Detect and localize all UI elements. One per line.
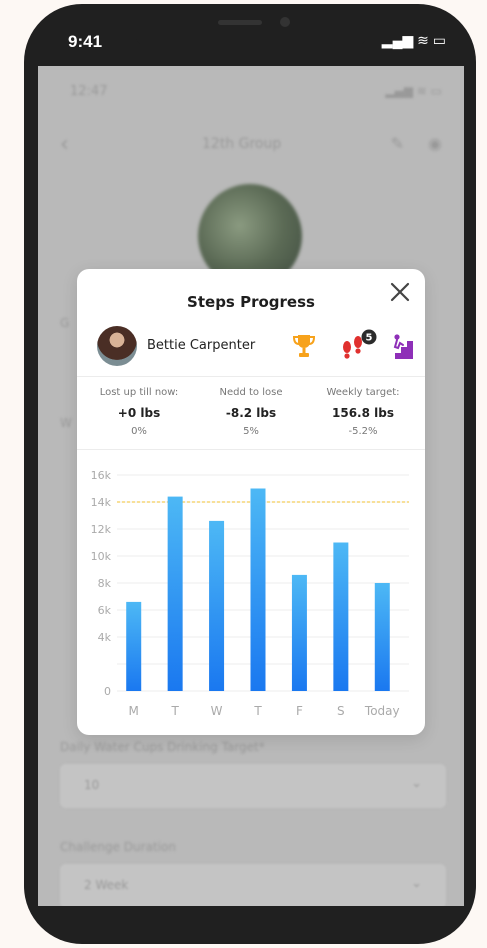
daily-target-value: 10 (84, 778, 100, 792)
divider (77, 449, 425, 450)
bar[interactable] (209, 520, 225, 691)
bar[interactable] (333, 542, 349, 692)
stat-label: Lost up till now: (99, 387, 179, 398)
bg-signal-icons: ▂▄▆ ≋ ▭ (385, 84, 442, 98)
status-bar: 9:41 ▂▄▆ ≋ ▭ (24, 4, 476, 66)
stat-label: Weekly target: (326, 387, 400, 398)
stat-value: -8.2 lbs (225, 406, 277, 420)
stat-value: 156.8 lbs (332, 406, 394, 420)
status-icons: ▂▄▆ ≋ ▭ (381, 32, 446, 48)
speaker (218, 20, 262, 25)
steps-bar-chart: 0 4k 6k 8k 10k 12k 14k 16k M T W T F S Today (91, 469, 409, 718)
notch (132, 4, 370, 50)
stat-value: +0 lbs (117, 406, 161, 420)
camera (280, 17, 290, 27)
x-tick-label: S (337, 704, 345, 718)
y-tick-label: 12k (91, 523, 112, 536)
bg-status-time: 12:47 (70, 84, 108, 99)
daily-target-select[interactable]: 10 ⌄ (60, 764, 446, 808)
stat-lost: Lost up till now: +0 lbs 0% (81, 387, 197, 437)
stat-percent: 0% (131, 426, 147, 437)
stat-label: Nedd to lose (219, 387, 283, 398)
avatar (97, 326, 137, 366)
x-tick-label: T (253, 704, 262, 718)
bg-duration-label: Challenge Duration (60, 840, 176, 854)
bg-page-title: 12th Group (202, 136, 282, 152)
stat-percent: 5% (243, 426, 259, 437)
modal-title: Steps Progress (187, 293, 315, 311)
x-tick-label: W (211, 704, 223, 718)
bg-daily-label: Daily Water Cups Drinking Target* (60, 740, 265, 754)
stat-need-to-lose: Nedd to lose -8.2 lbs 5% (193, 387, 309, 437)
x-tick-label: Today (364, 704, 400, 718)
bar[interactable] (167, 496, 183, 691)
chevron-down-icon: ⌄ (411, 776, 422, 791)
stat-weekly-target: Weekly target: 156.8 lbs -5.2% (305, 387, 421, 437)
y-tick-label: 16k (91, 469, 112, 482)
y-tick-label: 0 (104, 685, 111, 698)
chevron-down-icon: ⌄ (411, 876, 422, 891)
steps-progress-modal: Steps Progress Bettie Carpenter 5 Lost u… (77, 269, 425, 735)
bar[interactable] (250, 488, 266, 692)
edit-icon[interactable]: ✎ (391, 134, 404, 153)
duration-value: 2 Week (84, 878, 129, 892)
x-tick-label: M (129, 704, 139, 718)
back-icon[interactable]: ‹ (60, 132, 69, 157)
y-tick-label: 4k (98, 631, 112, 644)
eye-icon[interactable]: ◉ (428, 134, 442, 153)
bg-field-label-1: G (60, 316, 70, 330)
bar[interactable] (374, 583, 390, 691)
footsteps-icon: 5 (343, 329, 377, 359)
stairs-climb-icon (389, 334, 413, 359)
divider (77, 376, 425, 377)
trophy-icon (292, 335, 316, 357)
x-tick-label: F (296, 704, 303, 718)
bar[interactable] (291, 574, 307, 691)
close-icon[interactable] (387, 279, 413, 305)
user-name: Bettie Carpenter (147, 338, 256, 353)
steps-badge-count: 5 (366, 333, 373, 344)
status-time: 9:41 (68, 32, 103, 51)
bar[interactable] (126, 601, 142, 691)
y-tick-label: 10k (91, 550, 112, 563)
y-tick-label: 14k (91, 496, 112, 509)
duration-select[interactable]: 2 Week ⌄ (60, 864, 446, 906)
y-tick-label: 8k (98, 577, 112, 590)
x-tick-label: T (170, 704, 179, 718)
bg-field-label-2: W (60, 416, 72, 430)
y-tick-label: 6k (98, 604, 112, 617)
stat-percent: -5.2% (348, 426, 378, 437)
